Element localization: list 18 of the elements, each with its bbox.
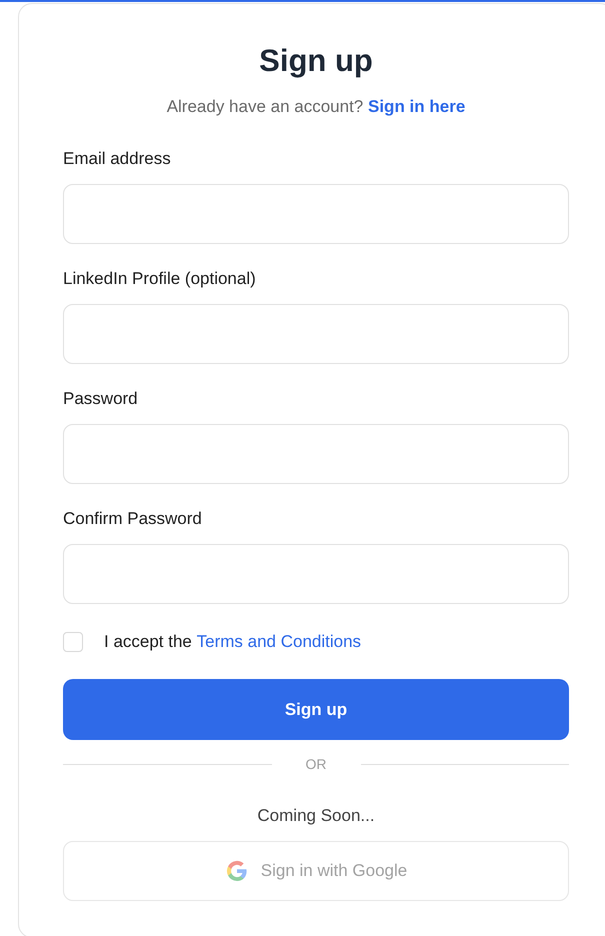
- field-label: Password: [63, 389, 139, 409]
- signin-prompt: Already have an account? Sign in here: [166, 96, 466, 118]
- sign-in-link[interactable]: Sign in here: [368, 97, 466, 116]
- input-field[interactable]: [63, 304, 569, 364]
- field-label: Email address: [63, 149, 172, 169]
- field-label: Confirm Password: [63, 509, 203, 529]
- input-field[interactable]: [63, 544, 569, 604]
- checkbox[interactable]: [63, 632, 83, 652]
- field-label: LinkedIn Profile (optional): [63, 269, 257, 289]
- divider-text: OR: [306, 756, 326, 772]
- google-g-icon: [224, 859, 249, 883]
- coming-soon-text: Coming Soon...: [256, 806, 376, 826]
- terms-link[interactable]: Terms and Conditions: [196, 632, 362, 651]
- page-title: Sign up: [258, 43, 374, 79]
- sign-up-button[interactable]: Sign up: [63, 679, 569, 740]
- terms-text: I accept the Terms and Conditions: [104, 632, 362, 652]
- input-field[interactable]: [63, 424, 569, 484]
- input-field[interactable]: [63, 184, 569, 244]
